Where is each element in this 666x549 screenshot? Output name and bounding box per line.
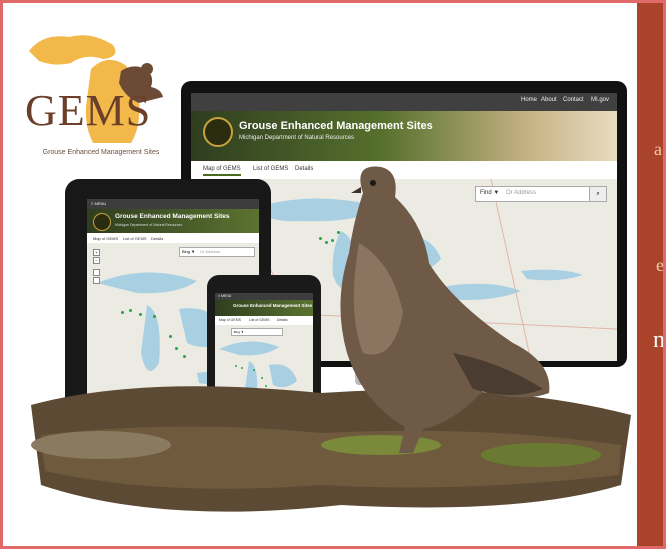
promo-image-frame: a e n GEMS Grouse Enhanced Management Si… bbox=[0, 0, 666, 549]
site-title: Grouse Enhanced Management Sites bbox=[239, 120, 433, 132]
zoom-in-icon[interactable]: + bbox=[93, 249, 100, 256]
tab-map-of-gems[interactable]: Map of GEMS bbox=[219, 318, 241, 322]
site-marker[interactable] bbox=[235, 365, 237, 367]
logo-title: GEMS bbox=[25, 86, 152, 135]
side-letter-a: a bbox=[654, 139, 662, 159]
site-marker[interactable] bbox=[121, 311, 124, 314]
layers-icon[interactable] bbox=[93, 277, 100, 284]
tab-details[interactable]: Details bbox=[277, 318, 288, 322]
side-letter-n: n bbox=[653, 327, 665, 353]
tab-list-of-gems[interactable]: List of GEMS bbox=[249, 318, 270, 322]
ruffed-grouse-image bbox=[340, 166, 550, 453]
tablet-site-subtitle: Michigan Department of Natural Resources bbox=[115, 223, 183, 227]
site-subtitle: Michigan Department of Natural Resources bbox=[239, 135, 355, 141]
find-select[interactable]: Bing ▼ bbox=[234, 330, 244, 334]
phone-nav: ≡ MENU bbox=[215, 293, 313, 300]
tab-map-of-gems[interactable]: Map of GEMS bbox=[203, 166, 241, 176]
phone-tab-bar: Map of GEMS List of GEMS Details bbox=[215, 316, 313, 325]
desktop-top-nav: Home About Contact MI.gov bbox=[191, 93, 617, 111]
phone-menu-button[interactable]: ≡ MENU bbox=[218, 294, 231, 298]
nav-home[interactable]: Home bbox=[521, 97, 537, 103]
tablet-site-title: Grouse Enhanced Management Sites bbox=[115, 213, 230, 220]
tab-list-of-gems[interactable]: List of GEMS bbox=[123, 236, 147, 241]
tab-map-of-gems[interactable]: Map of GEMS bbox=[93, 236, 118, 241]
site-marker[interactable] bbox=[129, 309, 132, 312]
search-icon[interactable]: ⌕ bbox=[589, 187, 606, 201]
side-letter-e: e bbox=[656, 255, 664, 275]
tab-details[interactable]: Details bbox=[151, 236, 163, 241]
dnr-seal-icon bbox=[93, 213, 111, 231]
locate-icon[interactable] bbox=[93, 269, 100, 276]
logo-subtitle: Grouse Enhanced Management Sites bbox=[42, 149, 160, 156]
tab-list-of-gems[interactable]: List of GEMS bbox=[253, 166, 288, 172]
site-marker[interactable] bbox=[253, 369, 255, 371]
find-address-box: Bing ▼ Or Address bbox=[179, 247, 255, 257]
phone-site-title: Grouse Enhanced Management Sites bbox=[233, 303, 313, 308]
tablet-nav: ≡ MENU bbox=[87, 199, 259, 209]
site-marker[interactable] bbox=[183, 355, 186, 358]
dnr-seal-icon bbox=[203, 117, 233, 147]
site-marker[interactable] bbox=[153, 315, 156, 318]
tablet-menu-button[interactable]: ≡ MENU bbox=[91, 201, 106, 206]
zoom-out-icon[interactable]: − bbox=[93, 257, 100, 264]
site-marker[interactable] bbox=[169, 335, 172, 338]
nav-migov[interactable]: MI.gov bbox=[591, 97, 609, 103]
site-marker[interactable] bbox=[241, 367, 243, 369]
nav-about[interactable]: About bbox=[541, 97, 557, 103]
find-select[interactable]: Bing ▼ bbox=[182, 249, 195, 254]
address-input[interactable]: Or Address bbox=[200, 249, 220, 254]
find-address-box: Bing ▼ bbox=[231, 328, 283, 336]
site-marker[interactable] bbox=[139, 313, 142, 316]
nav-contact[interactable]: Contact bbox=[563, 97, 584, 103]
tablet-tab-bar: Map of GEMS List of GEMS Details bbox=[87, 233, 259, 243]
site-marker[interactable] bbox=[175, 347, 178, 350]
